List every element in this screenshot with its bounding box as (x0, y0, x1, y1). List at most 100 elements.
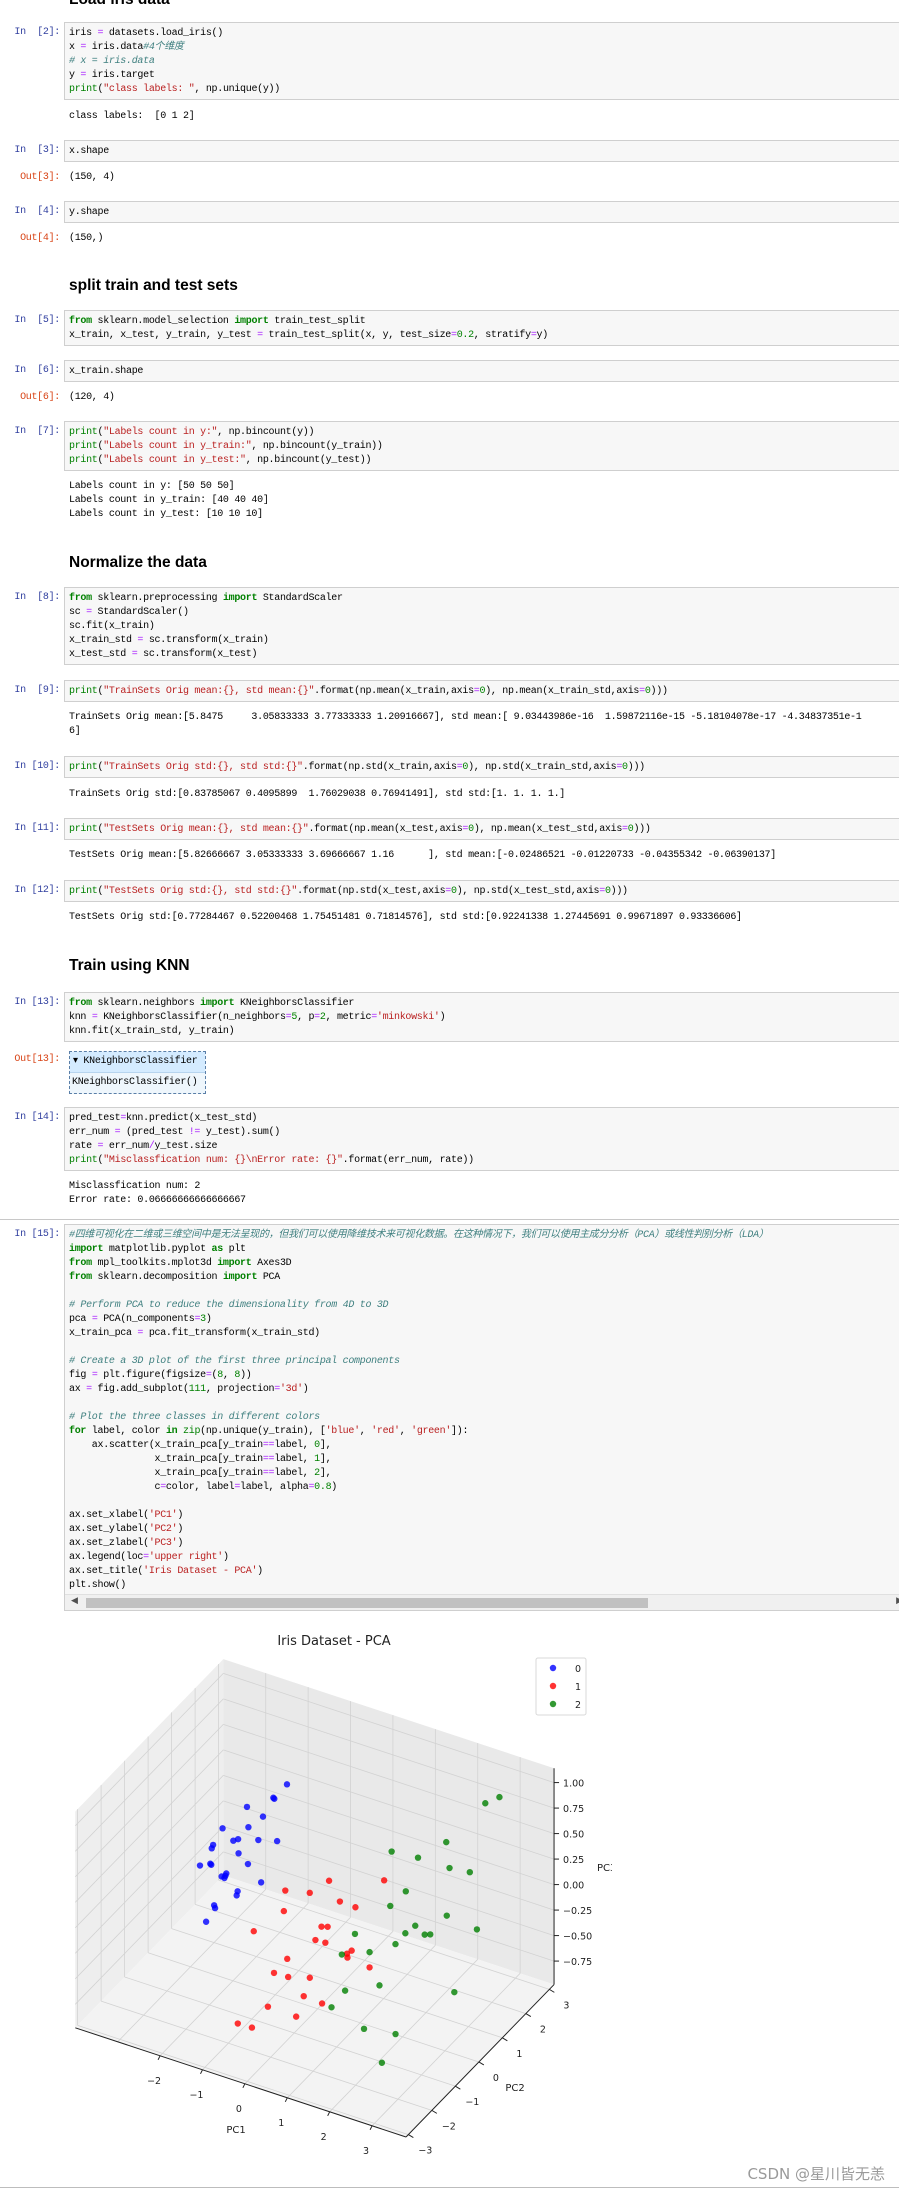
code-line: x_train_pca = pca.fit_transform(x_train_… (69, 1328, 320, 1339)
output-line: (150, 4) (69, 172, 115, 183)
y-axis-label: PC2 (505, 2083, 524, 2094)
input-prompt: In [13]: (14, 997, 60, 1008)
y-tick (549, 1988, 555, 1993)
z-tick-label: 0.25 (563, 1855, 584, 1866)
code-line: from sklearn.decomposition import PCA (69, 1272, 280, 1283)
legend-marker (549, 1700, 557, 1708)
data-point-class-2 (427, 1931, 434, 1938)
code-editor[interactable]: print("TestSets Orig mean:{}, std mean:{… (65, 819, 899, 837)
code-editor[interactable]: print("Labels count in y:", np.bincount(… (65, 422, 899, 468)
code-cell-input[interactable]: print("TestSets Orig std:{}, std std:{}"… (64, 880, 899, 902)
code-editor[interactable]: from sklearn.preprocessing import Standa… (65, 588, 899, 662)
code-editor[interactable]: pred_test=knn.predict(x_test_std) err_num… (65, 1108, 899, 1168)
y-tick (478, 2061, 485, 2066)
data-point-class-0 (271, 1795, 278, 1802)
output-prompt: Out[13]: (14, 1054, 60, 1065)
data-point-class-0 (273, 1837, 281, 1845)
data-point-class-2 (388, 1848, 395, 1855)
code-line: from mpl_toolkits.mplot3d import Axes3D (69, 1258, 292, 1269)
code-line: print("TrainSets Orig std:{}, std std:{}… (69, 762, 645, 773)
x-axis-label: PC1 (226, 2125, 245, 2136)
code-line: iris = datasets.load_iris() (69, 28, 223, 39)
code-line: ax = fig.add_subplot(111, projection='3d… (69, 1384, 309, 1395)
code-editor[interactable]: print("TestSets Orig std:{}, std std:{}"… (65, 881, 899, 899)
input-prompt: In [6]: (14, 365, 60, 376)
code-cell-input[interactable]: x.shape (64, 140, 899, 162)
code-line: pred_test=knn.predict(x_test_std) (69, 1113, 258, 1124)
code-editor[interactable]: from sklearn.neighbors import KNeighbors… (65, 993, 899, 1039)
scroll-left-arrow-icon[interactable]: ◀ (71, 1596, 78, 1606)
x-tick (284, 2097, 288, 2103)
code-line: ax.set_title('Iris Dataset - PCA') (69, 1566, 263, 1577)
code-line: print("TrainSets Orig mean:{}, std mean:… (69, 686, 668, 697)
code-cell-input[interactable]: iris = datasets.load_iris() x = iris.data… (64, 22, 899, 100)
y-tick-label: 2 (540, 2025, 546, 2036)
code-line: from sklearn.model_selection import trai… (69, 316, 366, 327)
code-editor[interactable]: iris = datasets.load_iris() x = iris.data… (65, 23, 899, 97)
data-point-class-2 (402, 1888, 409, 1895)
output-line: Labels count in y: [50 50 50] (69, 481, 235, 492)
cell-separator (0, 1219, 899, 1220)
z-tick-label: −0.75 (563, 1957, 592, 1968)
data-point-class-0 (244, 1860, 252, 1868)
x-tick-label: 2 (321, 2132, 327, 2143)
code-cell-input[interactable]: from sklearn.preprocessing import Standa… (64, 587, 899, 665)
code-editor[interactable]: y.shape (65, 202, 899, 220)
data-point-class-1 (292, 2013, 300, 2020)
cell-output: (150, 4) (69, 171, 115, 185)
z-axis-label: PC3 (597, 1863, 616, 1874)
data-point-class-1 (282, 1887, 289, 1894)
output-line: class labels: [0 1 2] (69, 111, 195, 122)
pca-3d-scatter-plot: −2 −1 0 1 2 3 −3 −2 −1 0 1 2 3 −0.75 −0.50 −0.25 0.00 0.2… (74, 1634, 616, 2157)
code-cell-input[interactable]: y.shape (64, 201, 899, 223)
cell-output: TrainSets Orig mean:[5.8475 3.05833333 3… (69, 711, 862, 739)
code-cell-input[interactable]: print("TrainSets Orig std:{}, std std:{}… (64, 756, 899, 778)
estimator-widget[interactable]: ▾ KNeighborsClassifier KNeighborsClassifi… (69, 1051, 206, 1094)
code-cell-input[interactable]: print("TestSets Orig mean:{}, std mean:{… (64, 818, 899, 840)
code-editor[interactable]: x.shape (65, 141, 899, 159)
data-point-class-2 (451, 1988, 458, 1996)
y-tick (502, 2037, 508, 2042)
code-cell-input[interactable]: from sklearn.model_selection import trai… (64, 310, 899, 346)
code-line: ax.set_ylabel('PC2') (69, 1524, 184, 1535)
data-point-class-1 (284, 1973, 292, 1981)
code-editor[interactable]: print("TrainSets Orig mean:{}, std mean:… (65, 681, 899, 699)
code-line: print("Misclassfication num: {}\nError r… (69, 1155, 474, 1166)
code-line: x_train_pca[y_train==label, 1], (69, 1454, 332, 1465)
data-point-class-0 (218, 1873, 225, 1880)
data-point-class-0 (257, 1879, 265, 1886)
code-editor[interactable]: from sklearn.model_selection import trai… (65, 311, 899, 343)
code-editor[interactable]: x_train.shape (65, 361, 899, 379)
code-line: y = iris.target (69, 70, 155, 81)
z-tick-label: 0.50 (563, 1830, 584, 1841)
x-tick-label: 1 (278, 2118, 284, 2129)
data-point-class-0 (219, 1825, 226, 1832)
x-tick (242, 2083, 246, 2089)
chart-title: Iris Dataset - PCA (277, 1634, 390, 1649)
code-cell-input[interactable]: print("TrainSets Orig mean:{}, std mean:… (64, 680, 899, 702)
estimator-widget-header[interactable]: ▾ KNeighborsClassifier (70, 1052, 205, 1073)
data-point-class-0 (245, 1823, 252, 1831)
code-line: x_train_pca[y_train==label, 2], (69, 1468, 332, 1479)
horizontal-scrollbar[interactable]: ◀▶ (65, 1594, 899, 1610)
output-line: TrainSets Orig std:[0.83785067 0.4095899… (69, 789, 565, 800)
code-cell-input[interactable]: #四维可视化在二维或三维空间中是无法呈现的，但我们可以使用降维技术来可视化数据。… (64, 1224, 899, 1611)
scrollbar-thumb[interactable] (86, 1598, 648, 1608)
data-point-class-1 (306, 1889, 313, 1897)
code-cell-input[interactable]: x_train.shape (64, 360, 899, 382)
y-tick-label: −1 (465, 2097, 479, 2108)
code-cell-input[interactable]: pred_test=knn.predict(x_test_std) err_num… (64, 1107, 899, 1171)
input-prompt: In [12]: (14, 885, 60, 896)
watermark: CSDN @星川皆无恙 (747, 2165, 885, 2183)
code-line: #四维可视化在二维或三维空间中是无法呈现的，但我们可以使用降维技术来可视化数据。… (69, 1230, 769, 1241)
input-prompt: In [14]: (14, 1112, 60, 1123)
code-editor[interactable]: print("TrainSets Orig std:{}, std std:{}… (65, 757, 899, 775)
code-cell-input[interactable]: from sklearn.neighbors import KNeighbors… (64, 992, 899, 1042)
x-tick-label: 0 (236, 2104, 242, 2115)
z-tick-label: −0.25 (563, 1906, 592, 1917)
x-tick-label: −1 (189, 2090, 203, 2101)
code-editor[interactable]: #四维可视化在二维或三维空间中是无法呈现的，但我们可以使用降维技术来可视化数据。… (65, 1225, 899, 1593)
input-prompt: In [5]: (14, 315, 60, 326)
code-cell-input[interactable]: print("Labels count in y:", np.bincount(… (64, 421, 899, 471)
